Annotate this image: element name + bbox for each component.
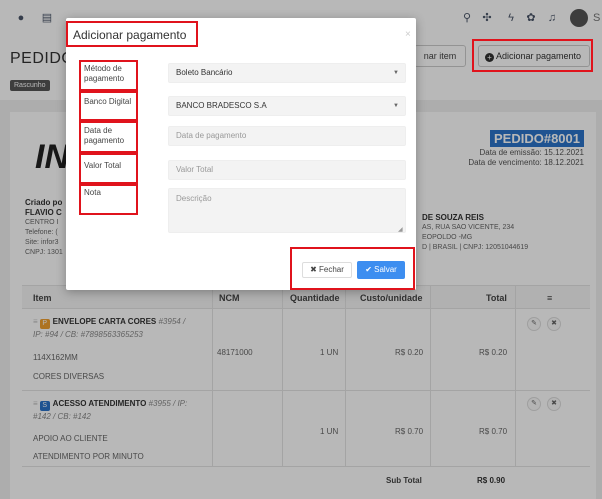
chevron-down-icon: ▼ (393, 70, 399, 76)
note-textarea[interactable]: Descrição (168, 188, 406, 233)
payment-date-label: Data de pagamento (84, 126, 125, 145)
chevron-down-icon: ▼ (393, 103, 399, 109)
close-button[interactable]: ✖ Fechar (302, 262, 352, 278)
save-button-label: Salvar (374, 265, 397, 274)
close-icon[interactable]: × (405, 29, 411, 40)
payment-method-label: Método de pagamento (84, 64, 125, 83)
bank-label: Banco Digital (84, 97, 132, 106)
check-circle-icon: ✔ (365, 265, 372, 274)
close-button-label: Fechar (319, 265, 344, 274)
total-value-input[interactable]: Valor Total (168, 160, 406, 180)
add-payment-modal (66, 18, 416, 290)
bank-value: BANCO BRADESCO S.A (176, 101, 267, 110)
payment-date-input[interactable]: Data de pagamento (168, 126, 406, 146)
bank-select[interactable]: BANCO BRADESCO S.A ▼ (168, 96, 406, 116)
modal-title: Adicionar pagamento (73, 28, 187, 42)
total-value-label: Valor Total (84, 161, 122, 170)
resize-handle-icon[interactable]: ◢ (398, 226, 403, 233)
payment-method-value: Boleto Bancário (176, 68, 233, 77)
payment-method-select[interactable]: Boleto Bancário ▼ (168, 63, 406, 83)
save-button[interactable]: ✔ Salvar (357, 261, 405, 279)
note-label: Nota (84, 188, 101, 197)
x-icon: ✖ (310, 265, 317, 274)
